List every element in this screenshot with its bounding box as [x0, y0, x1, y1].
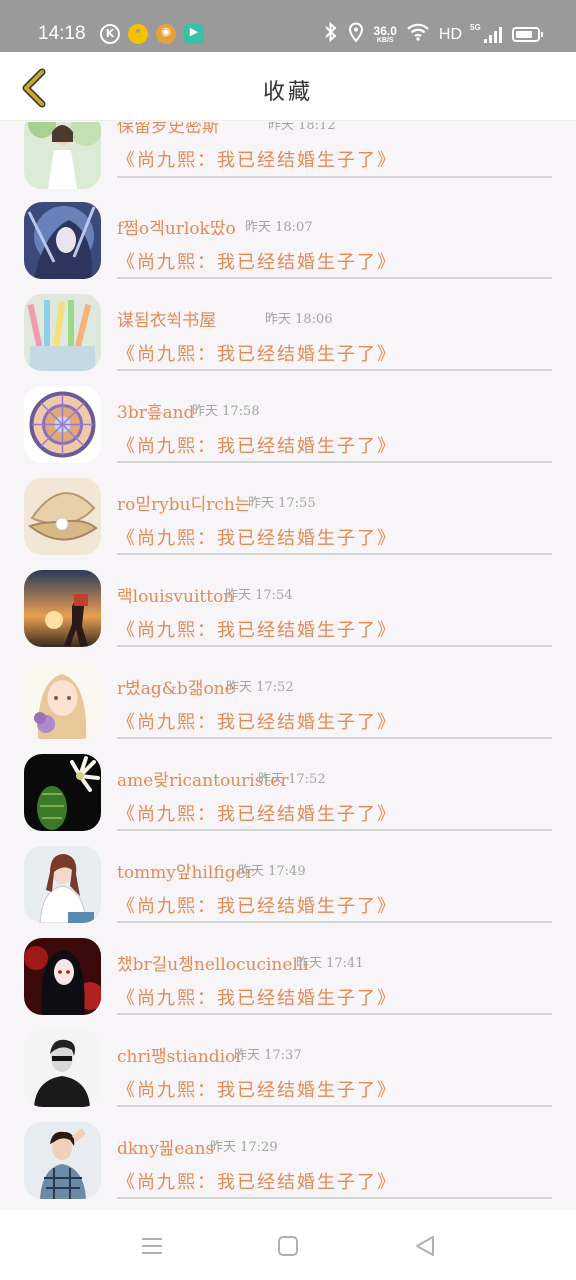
avatar[interactable]	[24, 294, 101, 371]
article-title: 《尚九熙：我已经结婚生子了》	[117, 620, 397, 641]
sender-name: 랙louisvuitton	[117, 587, 235, 607]
avatar[interactable]	[24, 846, 101, 923]
divider	[117, 1197, 552, 1199]
article-title: 《尚九熙：我已经结婚生子了》	[117, 988, 397, 1009]
divider	[117, 369, 552, 371]
sender-name: 3br흪and	[117, 403, 195, 423]
article-title: 《尚九熙：我已经结婚生子了》	[117, 1080, 397, 1101]
sender-name: ro믿rybu디rch는	[117, 495, 251, 515]
status-time: 14:18	[38, 23, 86, 44]
net-speed-value: 36.0	[373, 24, 397, 38]
article-title: 《尚九熙：我已经结婚生子了》	[117, 896, 397, 917]
divider	[117, 176, 552, 178]
list-item[interactable]: r볐ag&b갦one 昨天 17:52 《尚九熙：我已经结婚生子了》	[0, 662, 576, 754]
timestamp: 昨天 17:29	[210, 1140, 278, 1155]
avatar[interactable]	[24, 938, 101, 1015]
timestamp: 昨天 17:49	[238, 864, 306, 879]
article-title: 《尚九熙：我已经结婚生子了》	[117, 528, 397, 549]
page-title: 收藏	[262, 80, 313, 105]
sender-name: dkny끮eans	[117, 1139, 215, 1159]
divider	[117, 921, 552, 923]
menu-icon[interactable]	[140, 1234, 164, 1258]
weibo-app-icon: ◉	[156, 24, 176, 44]
avatar[interactable]	[24, 1030, 101, 1107]
avatar[interactable]	[24, 754, 101, 831]
list-item[interactable]: 챘br길u쳉nellocucinelli 昨天 17:41 《尚九熙：我已经结婚…	[0, 938, 576, 1030]
wifi-icon	[407, 23, 429, 46]
timestamp: 昨天 17:41	[296, 956, 364, 971]
bluetooth-icon	[324, 21, 338, 47]
video-app-icon: ▶	[184, 24, 204, 44]
net-speed: 36.0 KB/S	[374, 25, 397, 44]
back-icon[interactable]	[413, 1234, 437, 1258]
sender-name: 保留罗史密斯	[117, 122, 219, 137]
avatar[interactable]	[24, 386, 101, 463]
avatar[interactable]	[24, 662, 101, 739]
article-title: 《尚九熙：我已经结婚生子了》	[117, 1172, 397, 1193]
timestamp: 昨天 17:58	[192, 404, 260, 419]
k-app-icon: K	[100, 24, 120, 44]
location-icon	[348, 22, 364, 47]
timestamp: 昨天 18:06	[265, 312, 333, 327]
list-item[interactable]: tommy앞hilfiger 昨天 17:49 《尚九熙：我已经结婚生子了》	[0, 846, 576, 938]
divider	[117, 553, 552, 555]
notification-icons: K • ◉ ▶	[100, 24, 204, 44]
sender-name: chri팽stiandior	[117, 1047, 244, 1067]
timestamp: 昨天 18:07	[245, 220, 313, 235]
system-nav-bar	[0, 1210, 576, 1280]
article-title: 《尚九熙：我已经结婚生子了》	[117, 436, 397, 457]
divider	[117, 737, 552, 739]
avatar[interactable]	[24, 478, 101, 555]
list-item[interactable]: chri팽stiandior 昨天 17:37 《尚九熙：我已经结婚生子了》	[0, 1030, 576, 1122]
list-item[interactable]: 保留罗史密斯 昨天 18:12 《尚九熙：我已经结婚生子了》	[0, 122, 576, 204]
lightbulb-app-icon: •	[128, 24, 148, 44]
status-indicators: 36.0 KB/S HD 5G	[324, 21, 543, 47]
article-title: 《尚九熙：我已经结婚生子了》	[117, 252, 397, 273]
list-item[interactable]: 谋됨衣쒹书屋 昨天 18:06 《尚九熙：我已经结婚生子了》	[0, 294, 576, 386]
list-item[interactable]: 3br흪and 昨天 17:58 《尚九熙：我已经结婚生子了》	[0, 386, 576, 478]
signal-icon: 5G	[470, 23, 502, 43]
list-item[interactable]: dkny끮eans 昨天 17:29 《尚九熙：我已经结婚生子了》	[0, 1122, 576, 1210]
sender-name: r볐ag&b갦one	[117, 679, 235, 699]
divider	[117, 461, 552, 463]
divider	[117, 277, 552, 279]
article-title: 《尚九熙：我已经结婚生子了》	[117, 804, 397, 825]
sender-name: 谋됨衣쒹书屋	[117, 311, 217, 331]
list-item[interactable]: ame랒ricantourister 昨天 17:52 《尚九熙：我已经结婚生子…	[0, 754, 576, 846]
sender-name: tommy앞hilfiger	[117, 863, 254, 883]
hd-indicator: HD	[438, 25, 462, 43]
sender-name: 챘br길u쳉nellocucinelli	[117, 955, 309, 975]
divider	[117, 1013, 552, 1015]
avatar[interactable]	[24, 202, 101, 279]
divider	[117, 645, 552, 647]
avatar[interactable]	[24, 570, 101, 647]
timestamp: 昨天 17:54	[225, 588, 293, 603]
timestamp: 昨天 18:12	[268, 122, 336, 133]
timestamp: 昨天 17:55	[248, 496, 316, 511]
app-header: 收藏	[0, 52, 576, 121]
article-title: 《尚九熙：我已经结婚生子了》	[117, 150, 397, 171]
timestamp: 昨天 17:37	[234, 1048, 302, 1063]
signal-type: 5G	[470, 22, 481, 32]
status-bar: 14:18 K • ◉ ▶ 36.0 KB/S HD 5G	[0, 0, 576, 52]
article-title: 《尚九熙：我已经结婚生子了》	[117, 344, 397, 365]
list-item[interactable]: f쩜o겍urlok땄o 昨天 18:07 《尚九熙：我已经结婚生子了》	[0, 202, 576, 294]
battery-icon	[512, 27, 543, 42]
net-speed-unit: KB/S	[376, 37, 394, 44]
list-item[interactable]: 랙louisvuitton 昨天 17:54 《尚九熙：我已经结婚生子了》	[0, 570, 576, 662]
favorites-list[interactable]: 保留罗史密斯 昨天 18:12 《尚九熙：我已经结婚生子了》 f쩜o겍urlok…	[0, 122, 576, 1210]
timestamp: 昨天 17:52	[226, 680, 294, 695]
article-title: 《尚九熙：我已经结婚生子了》	[117, 712, 397, 733]
avatar[interactable]	[24, 1122, 101, 1199]
list-item[interactable]: ro믿rybu디rch는 昨天 17:55 《尚九熙：我已经结婚生子了》	[0, 478, 576, 570]
sender-name: f쩜o겍urlok땄o	[117, 219, 236, 239]
avatar[interactable]	[24, 122, 101, 189]
home-icon[interactable]	[277, 1234, 301, 1258]
divider	[117, 829, 552, 831]
timestamp: 昨天 17:52	[258, 772, 326, 787]
divider	[117, 1105, 552, 1107]
